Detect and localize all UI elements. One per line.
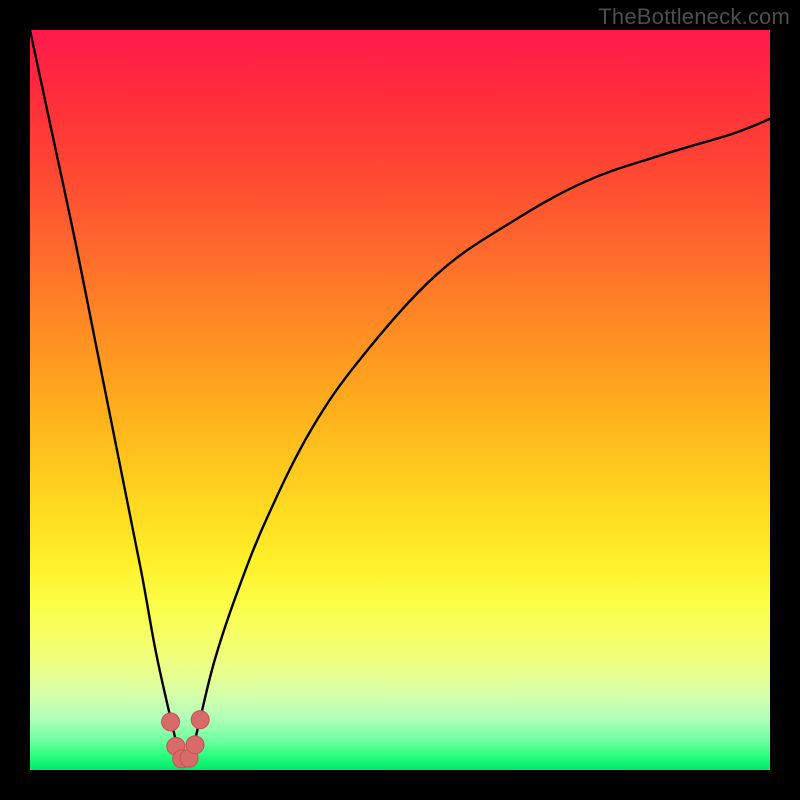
- marker-dot: [191, 711, 209, 729]
- marker-dot: [162, 713, 180, 731]
- watermark-text: TheBottleneck.com: [598, 4, 790, 30]
- plot-area: [30, 30, 770, 770]
- chart-overlay: [30, 30, 770, 770]
- bottleneck-curve: [30, 30, 770, 761]
- optimal-region-markers: [162, 711, 210, 768]
- marker-dot: [186, 736, 204, 754]
